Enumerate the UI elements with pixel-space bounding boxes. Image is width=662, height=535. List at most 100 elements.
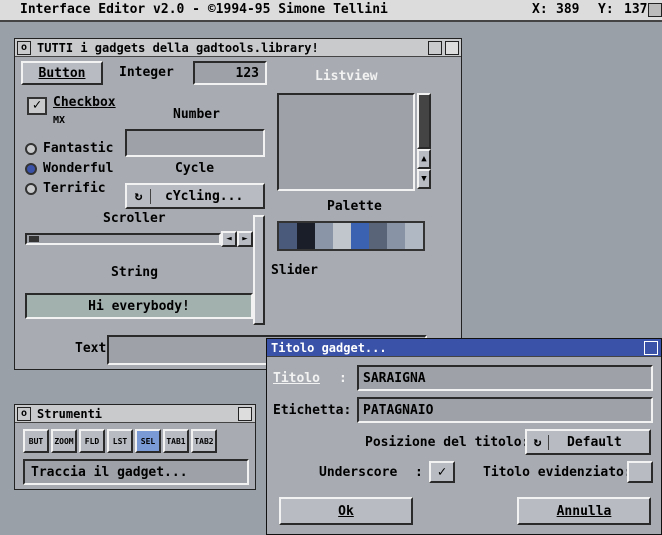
main-window-titlebar[interactable]: o TUTTI i gadgets della gadtools.library… — [15, 39, 461, 57]
cycle-gadget[interactable]: ↻ cYcling... — [125, 183, 265, 209]
mx-radio-fantastic[interactable] — [25, 143, 37, 155]
tool-select-icon[interactable]: SEL — [135, 429, 161, 453]
tool-icon-label: FLD — [84, 436, 100, 446]
mx-option-fantastic: Fantastic — [43, 141, 114, 156]
position-label: Posizione del titolo: — [365, 435, 530, 450]
close-icon[interactable]: o — [17, 406, 31, 421]
tool-icon-label: SEL — [140, 436, 156, 446]
tools-status-text: Traccia il gadget... — [31, 464, 188, 480]
listview-down-arrow[interactable]: ▼ — [417, 169, 431, 189]
palette-swatch[interactable] — [369, 223, 387, 249]
number-label: Number — [173, 107, 220, 122]
tool-icon-label: LST — [112, 436, 128, 446]
y-label: Y: — [598, 2, 614, 17]
screen-title: Interface Editor v2.0 - ©1994-95 Simone … — [20, 2, 388, 17]
slider-label: Slider — [271, 263, 318, 278]
scroller-label: Scroller — [103, 211, 166, 226]
palette-swatch[interactable] — [279, 223, 297, 249]
titolo-value: SARAIGNA — [363, 370, 426, 386]
position-cycle[interactable]: ↻ Default — [525, 429, 651, 455]
listview-label: Listview — [315, 69, 378, 84]
x-value: 389 — [556, 2, 580, 17]
integer-label: Integer — [119, 65, 174, 80]
mx-radio-terrific[interactable] — [25, 183, 37, 195]
button-gadget[interactable]: Button — [21, 61, 103, 85]
depth-icon[interactable] — [238, 406, 252, 421]
underscore-checkbox[interactable]: ✓ — [429, 461, 455, 483]
integer-value: 123 — [235, 65, 259, 81]
palette-swatch[interactable] — [333, 223, 351, 249]
titolo-field[interactable]: SARAIGNA — [357, 365, 653, 391]
slider-gadget[interactable] — [253, 215, 265, 325]
screen-depth-icon[interactable] — [648, 3, 662, 17]
listview[interactable] — [277, 93, 415, 191]
ok-button[interactable]: Ok — [279, 497, 413, 525]
tool-zoom-icon[interactable]: ZOOM — [51, 429, 77, 453]
tool-button-icon[interactable]: BUT — [23, 429, 49, 453]
listview-scrollbar[interactable] — [417, 93, 431, 149]
palette[interactable] — [277, 221, 425, 251]
palette-swatch[interactable] — [315, 223, 333, 249]
scroller-knob[interactable] — [29, 236, 39, 242]
etichetta-value: PATAGNAIO — [363, 402, 434, 418]
cycle-value: cYcling... — [165, 188, 244, 204]
tool-tab2-icon[interactable]: TAB2 — [191, 429, 217, 453]
titolo-label: Titolo — [273, 371, 320, 386]
etichetta-label: Etichetta: — [273, 403, 352, 418]
zoom-icon[interactable] — [428, 40, 442, 55]
main-window: o TUTTI i gadgets della gadtools.library… — [14, 38, 462, 370]
underscore-label: Underscore — [319, 465, 398, 480]
button-label: Button — [38, 65, 86, 81]
underscore-colon: : — [415, 465, 423, 480]
dialog-title: Titolo gadget... — [271, 340, 387, 355]
close-icon[interactable]: o — [17, 40, 31, 55]
text-label: Text — [75, 341, 107, 356]
string-field[interactable]: Hi everybody! — [25, 293, 253, 319]
depth-icon[interactable] — [644, 340, 658, 355]
mx-option-wonderful: Wonderful — [43, 161, 114, 176]
tools-status-field: Traccia il gadget... — [23, 459, 249, 485]
checkbox[interactable]: ✓ — [27, 97, 47, 115]
string-label: String — [111, 265, 158, 280]
cancel-button[interactable]: Annulla — [517, 497, 651, 525]
highlight-label: Titolo evidenziato: — [483, 465, 632, 480]
titolo-colon: : — [339, 371, 347, 386]
checkbox-label: Checkbox — [53, 95, 116, 110]
mx-option-terrific: Terrific — [43, 181, 106, 196]
mx-label: MX — [53, 115, 66, 126]
titolo-gadget-dialog: Titolo gadget... Titolo : SARAIGNA Etich… — [266, 338, 662, 535]
tools-window-titlebar[interactable]: o Strumenti — [15, 405, 255, 423]
tools-window: o Strumenti BUT ZOOM FLD LST SEL TAB1 TA… — [14, 404, 256, 490]
tool-icon-label: ZOOM — [54, 436, 74, 446]
position-value: Default — [567, 434, 622, 450]
cancel-label: Annulla — [556, 503, 612, 519]
tool-tab1-icon[interactable]: TAB1 — [163, 429, 189, 453]
x-label: X: — [532, 2, 548, 17]
mx-radio-wonderful[interactable] — [25, 163, 37, 175]
ok-label: Ok — [338, 503, 354, 519]
palette-swatch[interactable] — [387, 223, 405, 249]
palette-label: Palette — [327, 199, 382, 214]
cycle-icon: ↻ — [527, 434, 549, 450]
palette-swatch[interactable] — [405, 223, 423, 249]
scroller-right-arrow[interactable]: ► — [237, 231, 253, 247]
tools-window-title: Strumenti — [37, 406, 103, 421]
number-display — [125, 129, 265, 157]
tool-list-icon[interactable]: LST — [107, 429, 133, 453]
tool-field-icon[interactable]: FLD — [79, 429, 105, 453]
highlight-checkbox[interactable] — [627, 461, 653, 483]
palette-swatch[interactable] — [297, 223, 315, 249]
etichetta-field[interactable]: PATAGNAIO — [357, 397, 653, 423]
depth-icon[interactable] — [445, 40, 459, 55]
palette-swatch[interactable] — [351, 223, 369, 249]
integer-field[interactable]: 123 — [193, 61, 267, 85]
listview-up-arrow[interactable]: ▲ — [417, 149, 431, 169]
tool-icon-label: BUT — [28, 436, 44, 446]
cycle-label: Cycle — [175, 161, 215, 176]
scroller-track[interactable] — [25, 233, 221, 245]
tool-icon-label: TAB1 — [166, 436, 186, 446]
scroller-left-arrow[interactable]: ◄ — [221, 231, 237, 247]
dialog-titlebar[interactable]: Titolo gadget... — [267, 339, 661, 357]
y-value: 137 — [624, 2, 648, 17]
main-window-title: TUTTI i gadgets della gadtools.library! — [37, 40, 319, 55]
